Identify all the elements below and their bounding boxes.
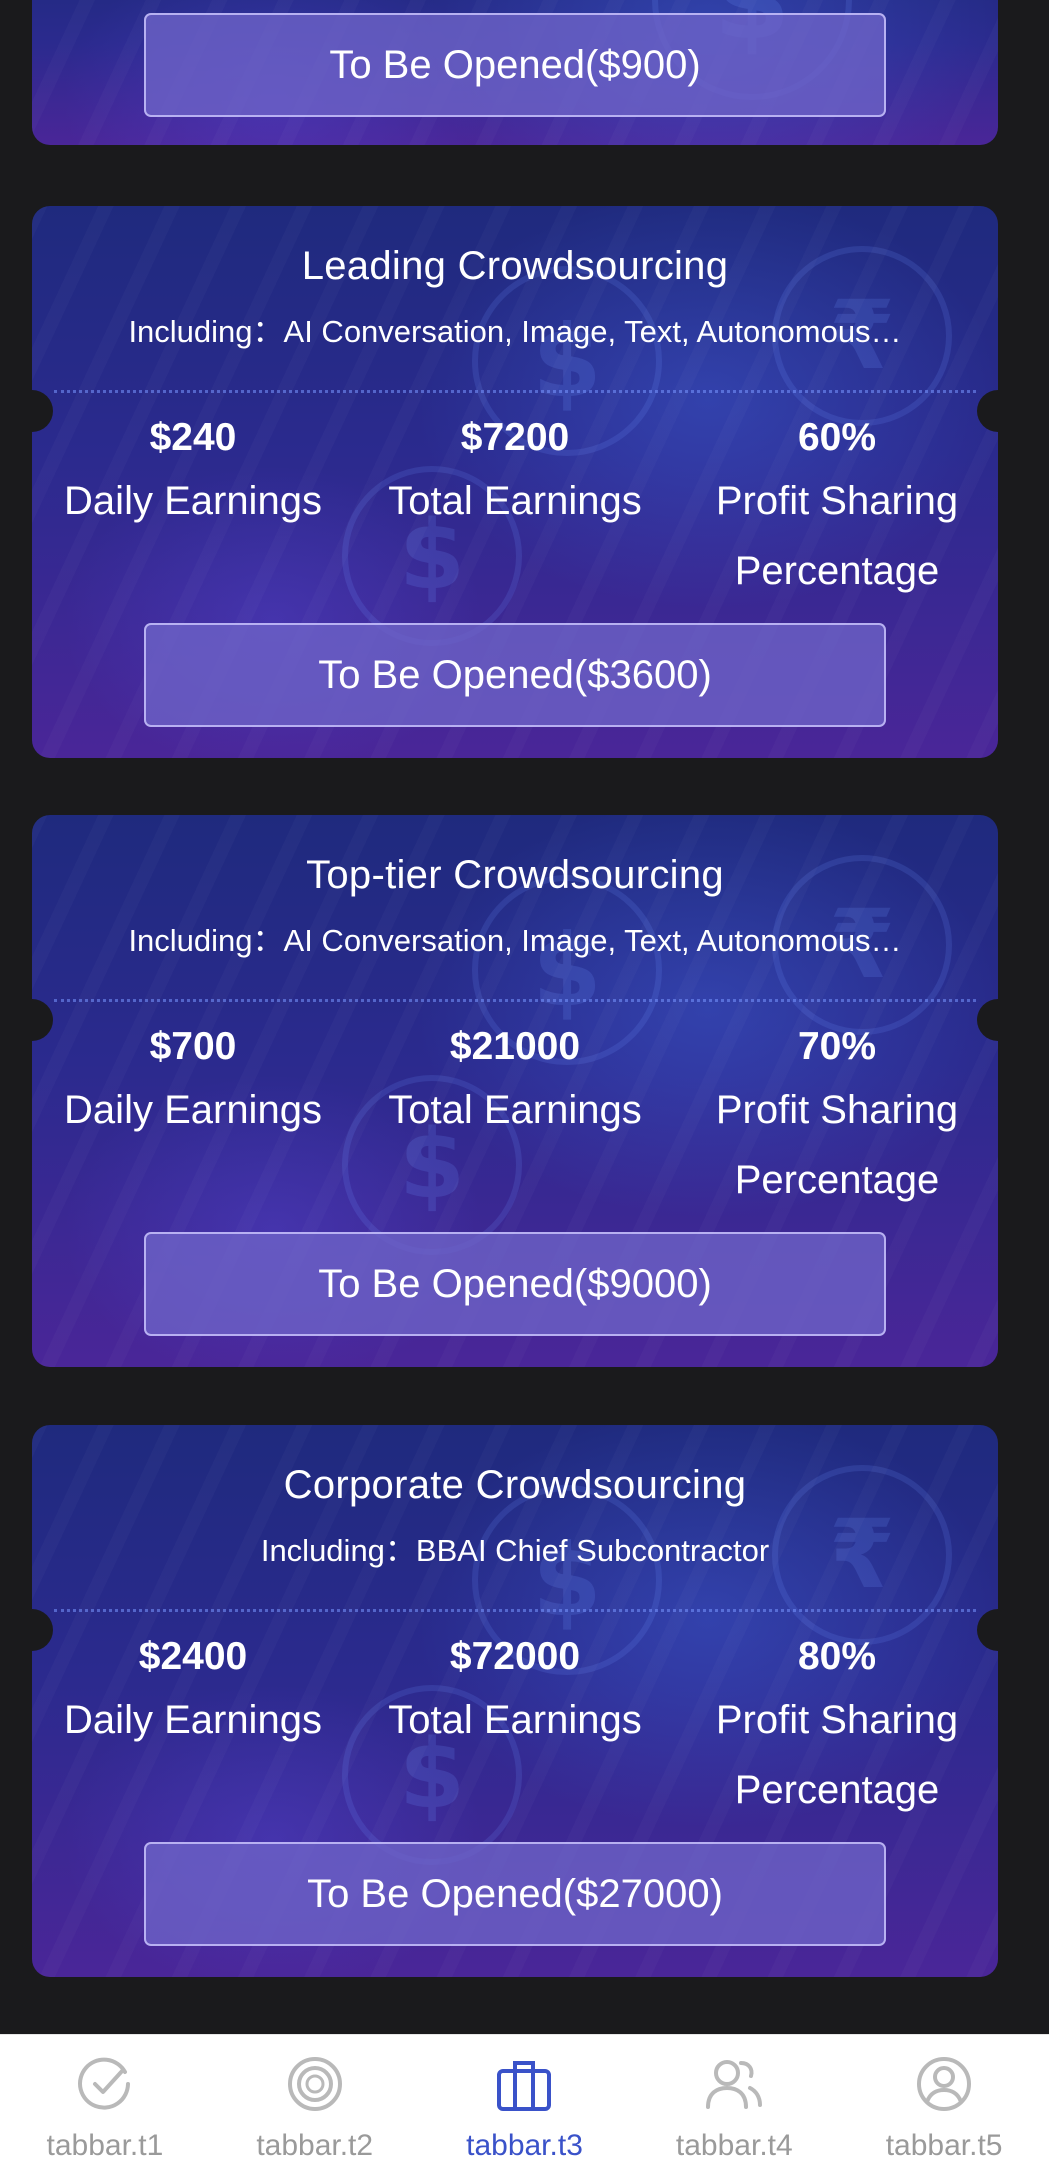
card-stats: $700 Daily Earnings $21000 Total Earning… — [32, 1023, 998, 1215]
total-earnings-value: $21000 — [449, 1025, 581, 1068]
open-package-button[interactable]: To Be Opened($9000) — [144, 1232, 886, 1336]
total-earnings-stat: $72000 Total Earnings — [354, 1633, 676, 1825]
open-package-button[interactable]: To Be Opened($900) — [144, 13, 886, 117]
package-card-top-tier: $ $ ₹ Top-tier Crowdsourcing Including：A… — [32, 815, 998, 1367]
tab-t2[interactable]: tabbar.t2 — [210, 2035, 420, 2176]
total-earnings-stat: $7200 Total Earnings — [354, 414, 676, 606]
card-subtitle: Including：AI Conversation, Image, Text, … — [128, 923, 902, 958]
profit-sharing-value: 80% — [797, 1635, 877, 1678]
daily-earnings-label: Daily Earnings — [64, 479, 322, 523]
profit-sharing-label: Profit Sharing Percentage — [715, 1088, 959, 1202]
daily-earnings-stat: $240 Daily Earnings — [32, 414, 354, 606]
profit-sharing-label: Profit Sharing Percentage — [715, 1698, 959, 1812]
daily-earnings-value: $700 — [149, 1025, 237, 1068]
total-earnings-label: Total Earnings — [388, 1698, 642, 1742]
card-title: Top-tier Crowdsourcing — [306, 853, 724, 897]
open-package-button[interactable]: To Be Opened($3600) — [144, 623, 886, 727]
profit-sharing-stat: 80% Profit Sharing Percentage — [676, 1633, 998, 1825]
daily-earnings-label: Daily Earnings — [64, 1088, 322, 1132]
card-subtitle: Including：AI Conversation, Image, Text, … — [128, 314, 902, 349]
tab-t3[interactable]: tabbar.t3 — [420, 2035, 630, 2176]
package-card-partial: $ To Be Opened($900) — [32, 0, 998, 145]
profit-sharing-stat: 60% Profit Sharing Percentage — [676, 414, 998, 606]
profit-sharing-value: 70% — [797, 1025, 877, 1068]
briefcase-icon — [497, 2061, 552, 2111]
user-icon — [917, 2057, 972, 2111]
total-earnings-label: Total Earnings — [388, 1088, 642, 1132]
daily-earnings-label: Daily Earnings — [64, 1698, 322, 1742]
target-icon — [287, 2057, 342, 2111]
profit-sharing-value: 60% — [797, 416, 877, 459]
tab-label: tabbar.t5 — [885, 2129, 1003, 2162]
package-card-corporate: $ $ ₹ Corporate Crowdsourcing Including：… — [32, 1425, 998, 1977]
tab-label: tabbar.t2 — [256, 2129, 374, 2162]
card-title: Leading Crowdsourcing — [301, 244, 729, 288]
page: $ To Be Opened($900) $ $ ₹ Leading Crowd… — [0, 0, 1049, 2176]
daily-earnings-value: $240 — [149, 416, 237, 459]
tab-t4[interactable]: tabbar.t4 — [629, 2035, 839, 2176]
package-card-leading: $ $ ₹ Leading Crowdsourcing Including：AI… — [32, 206, 998, 758]
card-stats: $240 Daily Earnings $7200 Total Earnings… — [32, 414, 998, 606]
card-subtitle: Including：BBAI Chief Subcontractor — [260, 1533, 770, 1568]
daily-earnings-stat: $700 Daily Earnings — [32, 1023, 354, 1215]
total-earnings-value: $72000 — [449, 1635, 581, 1678]
check-circle-icon — [77, 2057, 130, 2110]
tab-label: tabbar.t3 — [466, 2129, 583, 2162]
total-earnings-stat: $21000 Total Earnings — [354, 1023, 676, 1215]
card-title: Corporate Crowdsourcing — [283, 1463, 747, 1507]
open-package-button[interactable]: To Be Opened($27000) — [144, 1842, 886, 1946]
total-earnings-label: Total Earnings — [388, 479, 642, 523]
users-icon — [706, 2060, 763, 2109]
daily-earnings-stat: $2400 Daily Earnings — [32, 1633, 354, 1825]
profit-sharing-stat: 70% Profit Sharing Percentage — [676, 1023, 998, 1215]
profit-sharing-label: Profit Sharing Percentage — [715, 479, 959, 593]
card-stats: $2400 Daily Earnings $72000 Total Earnin… — [32, 1633, 998, 1825]
tab-label: tabbar.t4 — [675, 2129, 793, 2162]
tab-t5[interactable]: tabbar.t5 — [839, 2035, 1049, 2176]
tab-t1[interactable]: tabbar.t1 — [0, 2035, 210, 2176]
daily-earnings-value: $2400 — [138, 1635, 248, 1678]
bottom-tabbar: tabbar.t1 tabbar.t2 tabbar.t3 tabbar.t4 … — [0, 2034, 1049, 2176]
tab-label: tabbar.t1 — [46, 2129, 164, 2162]
total-earnings-value: $7200 — [460, 416, 570, 459]
